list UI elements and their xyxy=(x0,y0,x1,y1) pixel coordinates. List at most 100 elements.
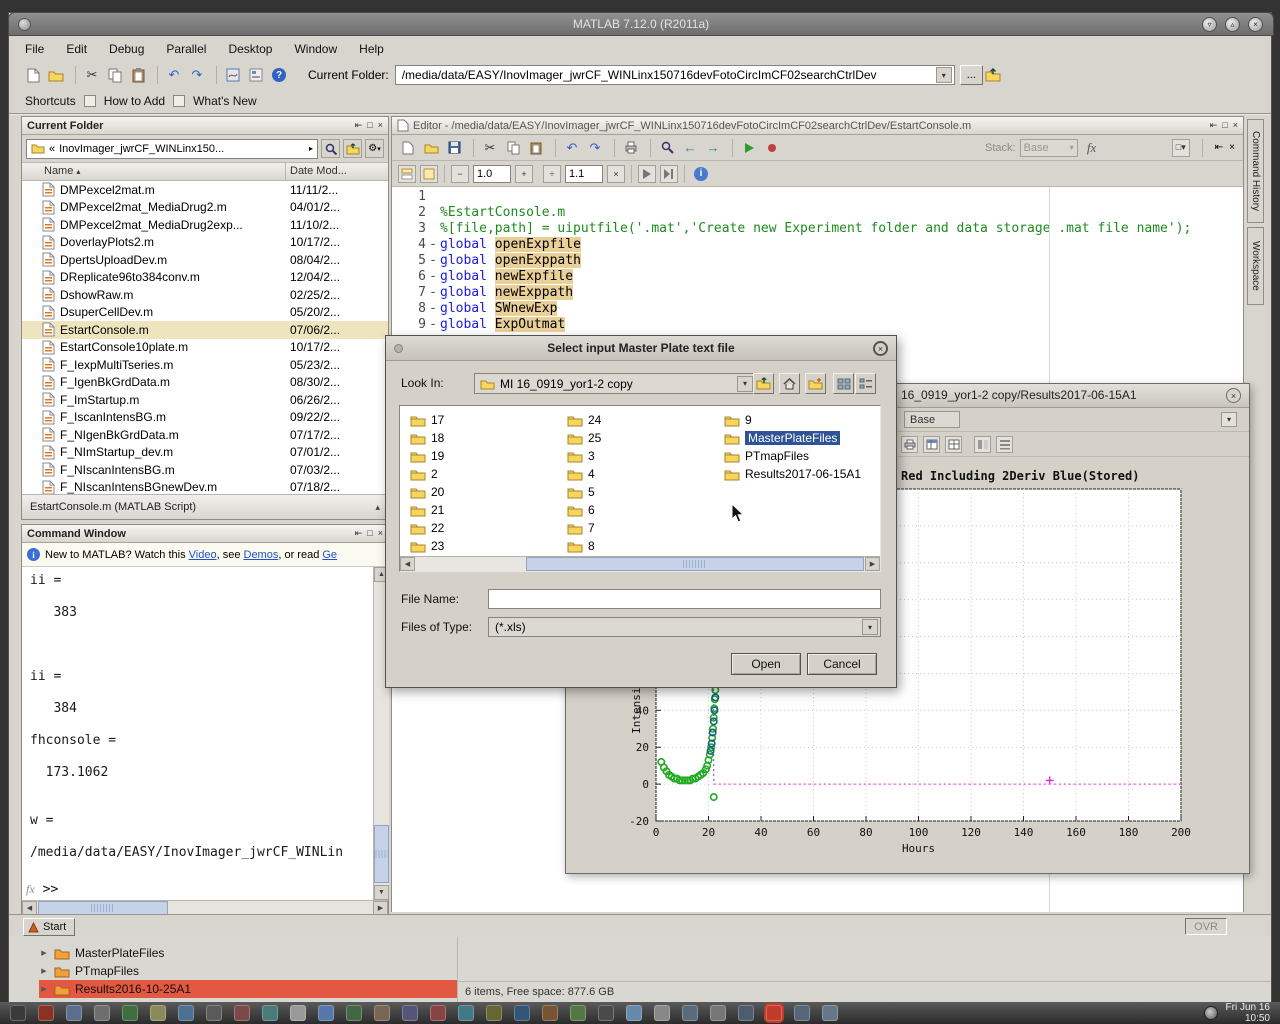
home-button[interactable] xyxy=(779,373,800,394)
browse-folder-button[interactable]: ... xyxy=(960,65,983,85)
file-row[interactable]: F_NImStartup_dev.m07/01/2... xyxy=(22,444,388,462)
app-icon[interactable] xyxy=(822,1005,838,1021)
dialog-folder-item[interactable]: 24 xyxy=(567,411,719,429)
close-icon[interactable]: × xyxy=(1229,142,1235,153)
app-icon[interactable] xyxy=(738,1005,754,1021)
search-button[interactable] xyxy=(321,139,340,158)
close-icon[interactable]: × xyxy=(1233,120,1238,131)
file-row[interactable]: DMPexcel2mat.m11/11/2... xyxy=(22,181,388,199)
app-icon[interactable] xyxy=(514,1005,530,1021)
columns-button[interactable] xyxy=(974,436,991,453)
table-view-button[interactable] xyxy=(923,436,940,453)
code-line[interactable]: 2%EstartConsole.m xyxy=(392,205,1243,221)
up-one-level-button[interactable] xyxy=(983,65,1003,85)
start-button[interactable]: Start xyxy=(23,918,75,936)
current-folder-panel-header[interactable]: Current Folder ⇤ □ × xyxy=(22,117,388,135)
app-icon[interactable] xyxy=(654,1005,670,1021)
horizontal-scrollbar[interactable]: ◀ ▶ xyxy=(22,900,388,915)
app-icon[interactable] xyxy=(234,1005,250,1021)
app-icon[interactable] xyxy=(710,1005,726,1021)
file-row[interactable]: F_IscanIntensBG.m09/22/2... xyxy=(22,409,388,427)
maximize-icon[interactable]: □ xyxy=(367,528,372,539)
print-button[interactable] xyxy=(621,138,641,158)
figure-stack-combo[interactable]: Base xyxy=(904,411,960,428)
dialog-folder-item[interactable]: 22 xyxy=(410,519,562,537)
app-icon[interactable] xyxy=(598,1005,614,1021)
close-icon[interactable]: × xyxy=(873,341,888,356)
details-button[interactable] xyxy=(996,436,1013,453)
fx-button[interactable]: fx xyxy=(1082,138,1102,158)
file-row[interactable]: F_NIgenBkGrdData.m07/17/2... xyxy=(22,426,388,444)
help-button[interactable]: ? xyxy=(269,65,289,85)
code-line[interactable]: 3%[file,path] = uiputfile('.mat','Create… xyxy=(392,221,1243,237)
save-button[interactable] xyxy=(444,138,464,158)
run-button[interactable] xyxy=(739,138,759,158)
shortcut-how-to-add[interactable]: How to Add xyxy=(104,94,165,108)
files-of-type-combo[interactable]: (*.xls) ▾ xyxy=(488,617,881,637)
close-icon[interactable]: × xyxy=(378,528,383,539)
dialog-folder-item[interactable]: MasterPlateFiles xyxy=(724,429,876,447)
menu-desktop[interactable]: Desktop xyxy=(228,42,272,56)
details-view-button[interactable] xyxy=(855,373,876,394)
divide-value-button[interactable]: ÷ xyxy=(543,165,561,183)
dialog-folder-item[interactable]: 20 xyxy=(410,483,562,501)
scroll-left-button[interactable]: ◀ xyxy=(22,901,37,915)
chevron-down-icon[interactable]: ▾ xyxy=(1221,412,1237,427)
cell-value-right-input[interactable] xyxy=(565,165,603,183)
app-icon[interactable] xyxy=(626,1005,642,1021)
window-maximize-button[interactable]: ▵ xyxy=(1225,17,1240,32)
increase-value-button[interactable]: + xyxy=(515,165,533,183)
go-forward-button[interactable]: → xyxy=(703,138,723,158)
dialog-folder-item[interactable]: 6 xyxy=(567,501,719,519)
app-icon[interactable] xyxy=(766,1005,782,1021)
file-list-column-headers[interactable]: Name ▴ Date Mod... xyxy=(22,163,388,181)
cell-options-button[interactable] xyxy=(420,165,438,183)
app-icon[interactable] xyxy=(66,1005,82,1021)
app-icon[interactable] xyxy=(458,1005,474,1021)
app-icon[interactable] xyxy=(346,1005,362,1021)
dialog-folder-item[interactable]: 8 xyxy=(567,537,719,555)
scrollbar-thumb[interactable] xyxy=(374,825,389,883)
stack-combo[interactable]: Base ▾ xyxy=(1020,139,1078,157)
up-one-level-button[interactable] xyxy=(753,373,774,394)
code-line[interactable]: 8-global SWnewExp xyxy=(392,301,1243,317)
dialog-folder-item[interactable]: 4 xyxy=(567,465,719,483)
collapse-icon[interactable]: ▴ xyxy=(375,502,380,513)
file-row[interactable]: DpertsUploadDev.m08/04/2... xyxy=(22,251,388,269)
file-row[interactable]: F_IgenBkGrdData.m08/30/2... xyxy=(22,374,388,392)
window-shade-button[interactable]: ▿ xyxy=(1202,17,1217,32)
undo-button[interactable]: ↶ xyxy=(562,138,582,158)
file-row[interactable]: EstartConsole.m07/06/2... xyxy=(22,321,388,339)
command-window-header[interactable]: Command Window ⇤ □ × xyxy=(22,525,388,543)
tree-item[interactable]: ▶MasterPlateFiles xyxy=(39,944,457,962)
code-line[interactable]: 6-global newExpfile xyxy=(392,269,1243,285)
dialog-folder-item[interactable]: 19 xyxy=(410,447,562,465)
dialog-folder-item[interactable]: 3 xyxy=(567,447,719,465)
chevron-down-icon[interactable]: ▾ xyxy=(737,376,753,392)
find-button[interactable] xyxy=(657,138,677,158)
app-icon[interactable] xyxy=(290,1005,306,1021)
close-icon[interactable]: × xyxy=(378,120,383,131)
file-row[interactable]: F_NIscanIntensBG.m07/03/2... xyxy=(22,461,388,479)
file-name-input[interactable] xyxy=(488,589,881,609)
app-icon[interactable] xyxy=(374,1005,390,1021)
cut-button[interactable]: ✂ xyxy=(82,65,102,85)
date-column-header[interactable]: Date Mod... xyxy=(290,165,347,177)
simulink-button[interactable] xyxy=(223,65,243,85)
horizontal-scrollbar[interactable]: ◀ ▶ xyxy=(400,556,880,571)
dialog-folder-item[interactable]: 23 xyxy=(410,537,562,555)
scroll-down-button[interactable]: ▼ xyxy=(374,885,389,900)
new-script-button[interactable] xyxy=(23,65,43,85)
app-icon[interactable] xyxy=(682,1005,698,1021)
tree-item[interactable]: ▶Results2016-10-25A1 xyxy=(39,980,457,998)
chevron-down-icon[interactable]: ▾ xyxy=(936,67,952,83)
tree-item[interactable]: ▶PTmapFiles xyxy=(39,962,457,980)
dialog-folder-list[interactable]: ◀ ▶ 17181922021222324253456789MasterPlat… xyxy=(399,405,881,572)
file-row[interactable]: F_ImStartup.m06/26/2... xyxy=(22,391,388,409)
layout-button[interactable]: □▾ xyxy=(1172,139,1190,157)
evaluate-advance-button[interactable] xyxy=(660,165,678,183)
list-view-button[interactable] xyxy=(833,373,854,394)
app-icon[interactable] xyxy=(794,1005,810,1021)
app-icon[interactable] xyxy=(318,1005,334,1021)
app-icon[interactable] xyxy=(542,1005,558,1021)
